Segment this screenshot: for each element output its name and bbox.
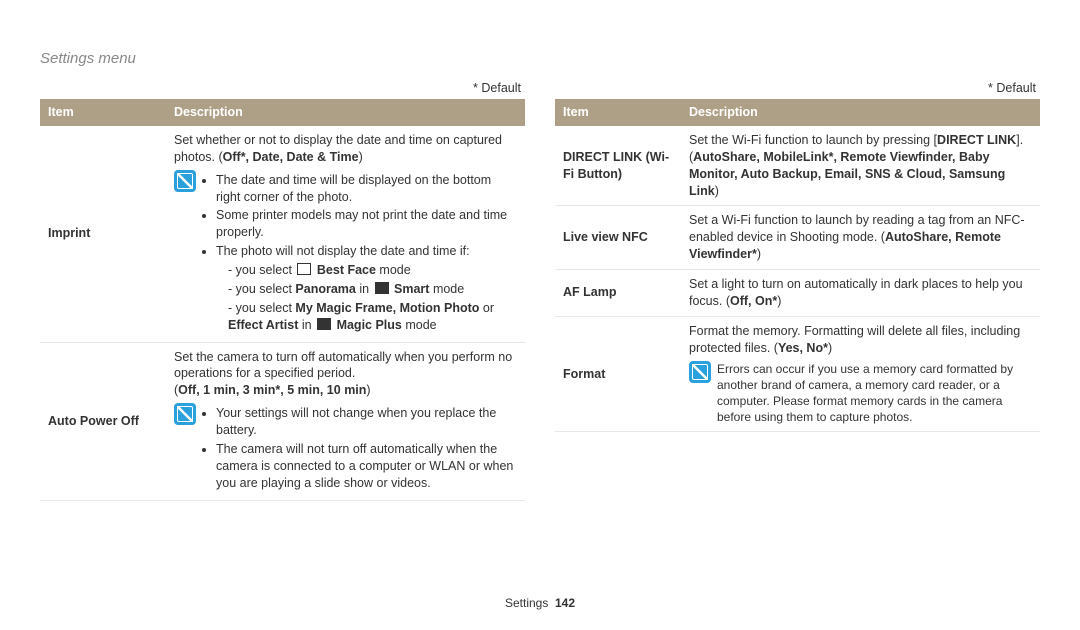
desc-live-view-nfc: Set a Wi-Fi function to launch by readin… [681,206,1040,270]
row-af-lamp: AF Lamp Set a light to turn on automatic… [555,270,1040,317]
note-icon [174,170,196,192]
desc-imprint: Set whether or not to display the date a… [166,126,525,342]
default-footnote-right: * Default [555,81,1036,95]
format-note-text: Errors can occur if you use a memory car… [717,361,1032,426]
smart-mode-icon [375,282,389,294]
item-auto-power-off: Auto Power Off [40,342,166,500]
desc-auto-power-off: Set the camera to turn off automatically… [166,342,525,500]
item-imprint: Imprint [40,126,166,342]
th-desc-right: Description [681,99,1040,126]
left-table: Item Description Imprint Set whether or … [40,99,525,501]
magic-plus-icon [317,318,331,330]
th-item-right: Item [555,99,681,126]
left-column: * Default Item Description Imprint Set w… [40,77,525,501]
item-format: Format [555,316,681,432]
row-format: Format Format the memory. Formatting wil… [555,316,1040,432]
th-item-left: Item [40,99,166,126]
item-direct-link: DIRECT LINK (Wi-Fi Button) [555,126,681,206]
right-column: * Default Item Description DIRECT LINK (… [555,77,1040,501]
desc-af-lamp: Set a light to turn on automatically in … [681,270,1040,317]
desc-format: Format the memory. Formatting will delet… [681,316,1040,432]
right-table: Item Description DIRECT LINK (Wi-Fi Butt… [555,99,1040,432]
item-af-lamp: AF Lamp [555,270,681,317]
row-live-view-nfc: Live view NFC Set a Wi-Fi function to la… [555,206,1040,270]
note-icon [174,403,196,425]
item-live-view-nfc: Live view NFC [555,206,681,270]
imprint-note-list: The date and time will be displayed on t… [202,170,517,336]
row-imprint: Imprint Set whether or not to display th… [40,126,525,342]
default-footnote-left: * Default [40,81,521,95]
note-icon [689,361,711,383]
row-auto-power-off: Auto Power Off Set the camera to turn of… [40,342,525,500]
desc-direct-link: Set the Wi-Fi function to launch by pres… [681,126,1040,206]
two-column-layout: * Default Item Description Imprint Set w… [0,77,1080,501]
apo-note-list: Your settings will not change when you r… [202,403,517,493]
page-title: Settings menu [0,0,1080,77]
row-direct-link: DIRECT LINK (Wi-Fi Button) Set the Wi-Fi… [555,126,1040,206]
page-footer: Settings 142 [0,596,1080,610]
th-desc-left: Description [166,99,525,126]
best-face-icon [297,263,311,275]
